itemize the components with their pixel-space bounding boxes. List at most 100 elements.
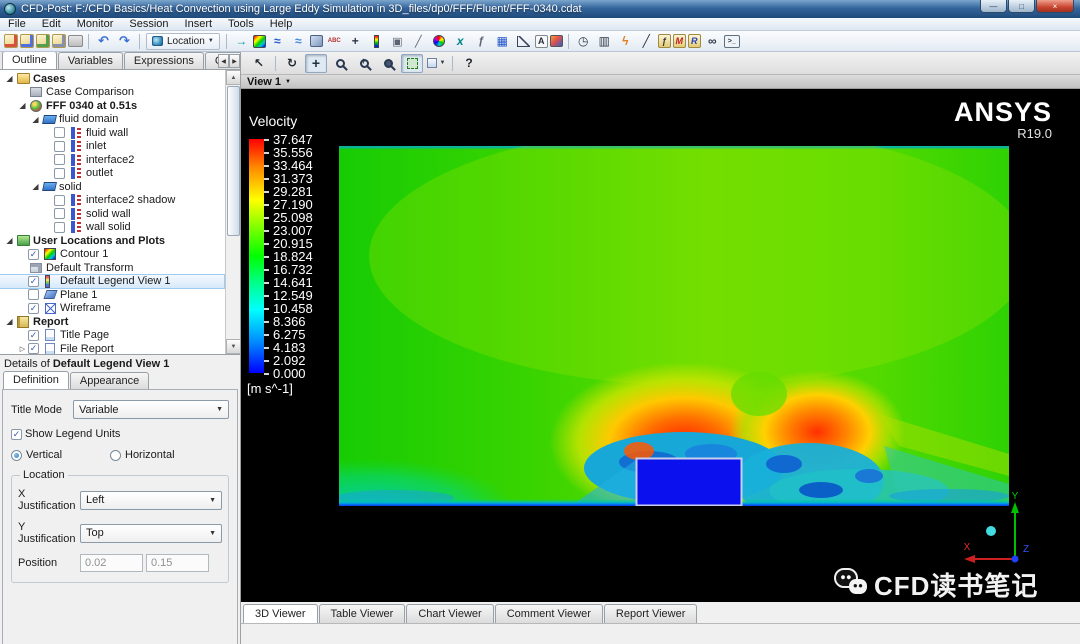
- viewer-help-icon[interactable]: ?: [458, 54, 480, 73]
- tree-item-interface2-shadow[interactable]: interface2 shadow: [0, 194, 224, 208]
- zoom-in-tool-icon[interactable]: [353, 54, 375, 73]
- insert-variable-icon[interactable]: x: [451, 33, 470, 50]
- save-project-icon[interactable]: [52, 34, 66, 48]
- rotate-tool-icon[interactable]: ↻: [281, 54, 303, 73]
- insert-expression-icon[interactable]: ƒ: [472, 33, 491, 50]
- tree-item-report[interactable]: ◢ Report: [0, 315, 224, 329]
- viewer-tab-comment-viewer[interactable]: Comment Viewer: [494, 604, 603, 623]
- tree-item-wall-solid[interactable]: wall solid: [0, 221, 224, 235]
- insert-contour-icon[interactable]: [252, 34, 266, 48]
- save-picture-icon[interactable]: [68, 35, 83, 47]
- tree-item-solid-wall[interactable]: solid wall: [0, 207, 224, 221]
- tree-checkbox[interactable]: [54, 194, 65, 206]
- menu-help[interactable]: Help: [262, 18, 301, 31]
- insert-color-map-icon[interactable]: [430, 33, 449, 50]
- maximize-button[interactable]: □: [1008, 0, 1035, 13]
- position-x-field[interactable]: [80, 554, 143, 572]
- macro-calculator-icon[interactable]: M: [672, 34, 686, 48]
- animation-icon[interactable]: ▥: [595, 33, 614, 50]
- tree-item-inlet[interactable]: inlet: [0, 140, 224, 154]
- expander-icon[interactable]: ◢: [30, 182, 41, 191]
- load-state-icon[interactable]: [36, 34, 50, 48]
- tab-expressions[interactable]: Expressions: [123, 52, 204, 69]
- tree-item-fff-0340-at-0-51s[interactable]: ◢ FFF 0340 at 0.51s: [0, 99, 224, 113]
- scroll-up-icon[interactable]: ▲: [226, 70, 240, 85]
- tree-item-solid[interactable]: ◢ solid: [0, 180, 224, 194]
- tree-checkbox[interactable]: [54, 140, 65, 152]
- minimize-button[interactable]: —: [980, 0, 1007, 13]
- position-y-field[interactable]: [146, 554, 209, 572]
- tree-checkbox[interactable]: [54, 221, 65, 233]
- expander-icon[interactable]: ◢: [30, 115, 41, 124]
- insert-volume-rendering-icon[interactable]: [309, 35, 323, 47]
- panel-tab-scroll-right-icon[interactable]: ▶: [229, 54, 240, 68]
- tree-item-contour-1[interactable]: ✓ Contour 1: [0, 248, 224, 262]
- timestep-selector-icon[interactable]: ◷: [574, 33, 593, 50]
- location-selector[interactable]: Location ▼: [146, 32, 220, 50]
- details-tab-appearance[interactable]: Appearance: [69, 372, 150, 389]
- tree-item-interface2[interactable]: interface2: [0, 153, 224, 167]
- tree-item-fluid-domain[interactable]: ◢ fluid domain: [0, 113, 224, 127]
- tree-item-title-page[interactable]: ✓ Title Page: [0, 329, 224, 343]
- insert-instance-transform-icon[interactable]: ▣: [388, 33, 407, 50]
- tree-checkbox[interactable]: ✓: [28, 343, 39, 354]
- tree-scrollbar[interactable]: ▲ ▼: [225, 70, 240, 354]
- load-results-icon[interactable]: [4, 34, 18, 48]
- expander-icon[interactable]: ◢: [4, 236, 15, 245]
- menu-insert[interactable]: Insert: [177, 18, 221, 31]
- tree-item-plane-1[interactable]: Plane 1: [0, 288, 224, 302]
- tree-item-default-transform[interactable]: Default Transform: [0, 261, 224, 275]
- tree-checkbox[interactable]: [54, 167, 65, 179]
- insert-comment-icon[interactable]: A: [534, 34, 548, 48]
- expander-icon[interactable]: ▷: [17, 345, 28, 353]
- tree-item-wireframe[interactable]: ✓ Wireframe: [0, 302, 224, 316]
- tree-item-cases[interactable]: ◢ Cases: [0, 72, 224, 86]
- function-calculator-icon[interactable]: ƒ: [657, 34, 671, 48]
- viewer-tab-chart-viewer[interactable]: Chart Viewer: [406, 604, 494, 623]
- insert-table-icon[interactable]: ▦: [493, 33, 512, 50]
- expander-icon[interactable]: ◢: [17, 101, 28, 110]
- x-justification-select[interactable]: Left ▼: [80, 490, 222, 510]
- insert-vector-icon[interactable]: →: [232, 33, 251, 50]
- menu-monitor[interactable]: Monitor: [69, 18, 122, 31]
- case-comparison-icon[interactable]: ∞: [703, 33, 722, 50]
- insert-text-icon[interactable]: ABC: [325, 33, 344, 50]
- redo-icon[interactable]: ↷: [115, 33, 134, 50]
- tree-checkbox[interactable]: [54, 154, 65, 166]
- menu-edit[interactable]: Edit: [34, 18, 69, 31]
- insert-streamline-icon[interactable]: ≈: [268, 33, 287, 50]
- projection-select-icon[interactable]: ▼: [425, 54, 447, 73]
- expander-icon[interactable]: ◢: [4, 317, 15, 326]
- tree-checkbox[interactable]: [54, 127, 65, 139]
- vertical-radio[interactable]: [11, 449, 22, 461]
- tree-item-case-comparison[interactable]: Case Comparison: [0, 86, 224, 100]
- fit-view-icon[interactable]: [401, 53, 423, 73]
- tree-item-user-locations-and-plots[interactable]: ◢ User Locations and Plots: [0, 234, 224, 248]
- command-editor-icon[interactable]: >_: [723, 34, 740, 48]
- save-state-icon[interactable]: [20, 34, 34, 48]
- viewer-tab-report-viewer[interactable]: Report Viewer: [603, 604, 698, 623]
- details-tab-definition[interactable]: Definition: [3, 371, 69, 389]
- scrollbar-thumb[interactable]: [227, 86, 240, 236]
- tree-item-fluid-wall[interactable]: fluid wall: [0, 126, 224, 140]
- tree-checkbox[interactable]: ✓: [28, 329, 39, 341]
- insert-coord-frame-icon[interactable]: +: [346, 33, 365, 50]
- quick-editor-icon[interactable]: ϟ: [616, 33, 635, 50]
- y-justification-select[interactable]: Top ▼: [80, 523, 222, 543]
- insert-chart-icon[interactable]: [514, 33, 533, 50]
- tab-variables[interactable]: Variables: [57, 52, 123, 69]
- close-button[interactable]: ×: [1036, 0, 1074, 13]
- expander-icon[interactable]: ◢: [4, 74, 15, 83]
- probe-tool-icon[interactable]: ↖: [248, 54, 270, 73]
- zoom-box-tool-icon[interactable]: [329, 54, 351, 73]
- menu-file[interactable]: File: [0, 18, 34, 31]
- insert-particle-track-icon[interactable]: ≈: [289, 33, 308, 50]
- tree-checkbox[interactable]: [28, 289, 39, 301]
- mesh-calculator-icon[interactable]: R: [687, 34, 701, 48]
- tree-checkbox[interactable]: [54, 208, 65, 220]
- probe-icon[interactable]: ╱: [637, 33, 656, 50]
- view-selector-bar[interactable]: View 1 ▼: [241, 75, 1080, 89]
- undo-icon[interactable]: ↶: [94, 33, 113, 50]
- tree-item-file-report[interactable]: ▷ ✓ File Report: [0, 342, 224, 354]
- pan-tool-icon[interactable]: +: [305, 53, 327, 73]
